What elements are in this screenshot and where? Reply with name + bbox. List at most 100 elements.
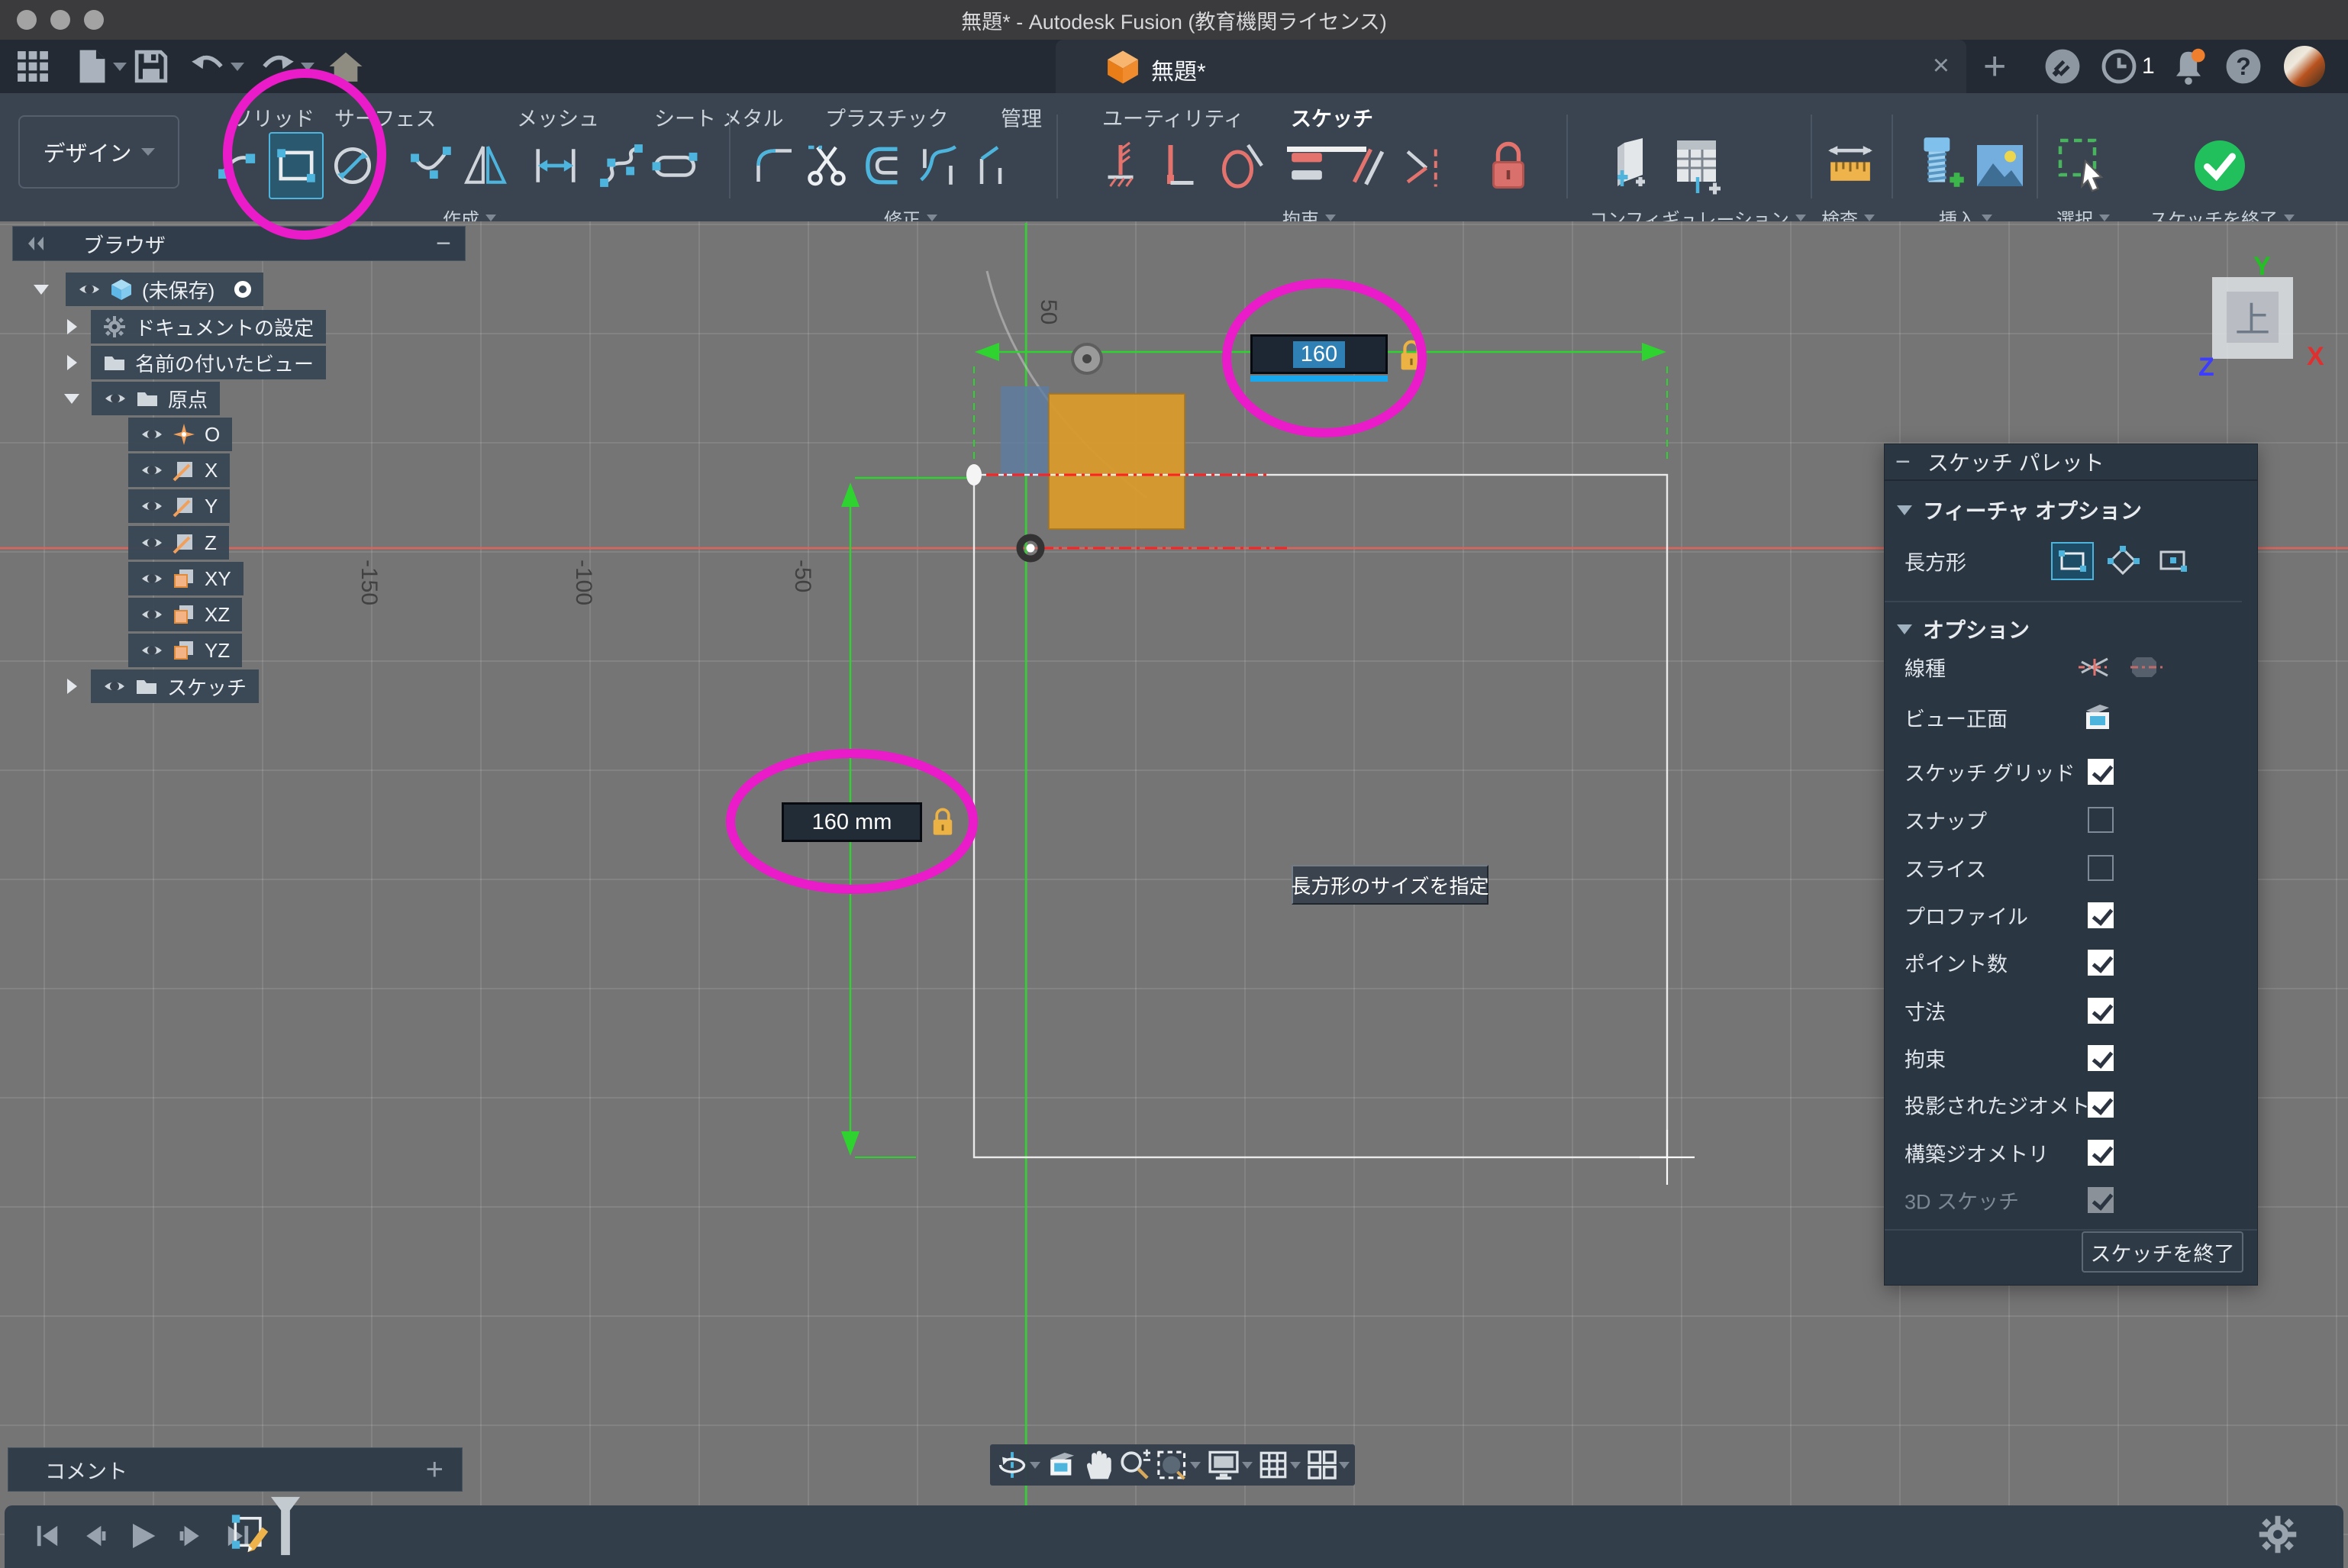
configure-feature-button[interactable]	[1606, 132, 1661, 199]
viewcube-top-face[interactable]: 上	[2227, 292, 2279, 343]
browser-row-document-settings[interactable]: ドキュメントの設定	[67, 310, 326, 344]
visibility-eye-icon[interactable]	[140, 459, 163, 482]
browser-row-xz-plane[interactable]: XZ	[128, 598, 242, 631]
extend-tool-button[interactable]	[963, 132, 1018, 199]
tab-mesh[interactable]: メッシュ	[517, 102, 599, 132]
tab-sketch[interactable]: スケッチ	[1291, 102, 1373, 132]
timeline-step-back-button[interactable]	[75, 1516, 114, 1556]
tab-solid[interactable]: ソリッド	[232, 102, 314, 132]
pan-hand-icon[interactable]	[1082, 1449, 1113, 1481]
timeline-skip-start-button[interactable]	[27, 1516, 67, 1556]
activate-component-radio[interactable]	[234, 281, 251, 298]
browser-row-z-axis[interactable]: Z	[128, 526, 229, 560]
sketch-palette-header[interactable]: − スケッチ パレット	[1885, 444, 2257, 481]
visibility-eye-icon[interactable]	[140, 603, 163, 626]
width-dimension-input[interactable]: 160	[1250, 334, 1388, 374]
trim-tool-button[interactable]	[801, 132, 856, 199]
visibility-eye-icon[interactable]	[104, 387, 127, 410]
redo-button[interactable]	[260, 40, 314, 93]
visibility-eye-icon[interactable]	[140, 639, 163, 662]
timeline-settings-button[interactable]	[2258, 1515, 2298, 1558]
line-tool-button[interactable]	[212, 132, 267, 199]
orbit-icon[interactable]	[995, 1450, 1029, 1480]
dimension-tool-button[interactable]	[528, 132, 583, 199]
visibility-eye-icon[interactable]	[140, 531, 163, 554]
select-tool-button[interactable]	[2053, 132, 2108, 199]
fix-constraint-button[interactable]	[1093, 132, 1148, 199]
rectangle-tool-button[interactable]	[269, 132, 324, 199]
fillet-tool-button[interactable]	[748, 132, 803, 199]
chevron-down-icon[interactable]	[1190, 1462, 1201, 1469]
job-status-button[interactable]: 1	[2101, 40, 2155, 93]
finish-sketch-button[interactable]	[2192, 132, 2247, 199]
parallel-constraint-button[interactable]	[1337, 132, 1392, 199]
timeline-step-forward-button[interactable]	[171, 1516, 211, 1556]
center-diagonal-rectangle-button[interactable]	[2101, 542, 2144, 580]
viewports-icon[interactable]	[1306, 1449, 1338, 1481]
timeline-play-button[interactable]	[122, 1516, 162, 1556]
viewcube[interactable]: 上	[2212, 277, 2293, 359]
height-dimension-input[interactable]: 160 mm	[782, 802, 922, 842]
profile-checkbox[interactable]	[2088, 902, 2114, 928]
feature-options-section[interactable]: フィーチャ オプション	[1885, 495, 2257, 525]
look-at-button[interactable]	[2080, 700, 2115, 735]
close-tab-icon[interactable]: ×	[1933, 50, 1950, 81]
data-panel-toggle-button[interactable]	[15, 40, 50, 93]
measure-tool-button[interactable]	[1823, 132, 1878, 199]
zoom-icon[interactable]	[1118, 1449, 1150, 1481]
finish-sketch-palette-button[interactable]: スケッチを終了	[2082, 1231, 2243, 1273]
browser-row-origin[interactable]: 原点	[64, 382, 220, 415]
add-comment-icon[interactable]: +	[426, 1458, 443, 1481]
insert-image-button[interactable]	[1972, 132, 2027, 199]
dimension-lock-icon[interactable]	[1397, 339, 1426, 373]
chevron-down-icon[interactable]	[1030, 1462, 1040, 1469]
visibility-eye-icon[interactable]	[103, 675, 126, 698]
two-point-rectangle-button[interactable]	[2051, 542, 2094, 580]
chevron-down-icon[interactable]	[1290, 1462, 1301, 1469]
save-button[interactable]	[134, 40, 168, 93]
document-tab[interactable]: 無題* ×	[1056, 40, 1966, 93]
chevron-right-icon[interactable]	[67, 319, 77, 334]
browser-row-sketches[interactable]: スケッチ	[67, 669, 259, 703]
arc-tool-button[interactable]	[405, 132, 460, 199]
file-menu-button[interactable]	[76, 40, 127, 93]
offset-tool-button[interactable]	[858, 132, 913, 199]
collapse-panel-icon[interactable]	[25, 234, 48, 253]
tab-surface[interactable]: サーフェス	[334, 102, 436, 132]
tab-manage[interactable]: 管理	[1001, 102, 1042, 132]
symmetry-constraint-button[interactable]	[1395, 132, 1450, 199]
tangent-constraint-button[interactable]	[1214, 132, 1269, 199]
mirror-tool-button[interactable]	[458, 132, 513, 199]
dimension-lock-icon[interactable]	[930, 807, 956, 837]
comments-bar[interactable]: コメント +	[8, 1447, 463, 1492]
home-button[interactable]	[328, 40, 363, 93]
equal-constraint-button[interactable]	[1279, 132, 1334, 199]
tab-plastic[interactable]: プラスチック	[825, 102, 948, 132]
lock-constraint-button[interactable]	[1481, 132, 1536, 199]
look-at-icon[interactable]	[1046, 1450, 1078, 1480]
browser-row-origin-point[interactable]: O	[128, 418, 232, 451]
workspace-selector[interactable]: デザイン	[18, 115, 179, 189]
browser-row-named-views[interactable]: 名前の付いたビュー	[67, 346, 326, 379]
browser-row-document[interactable]: (未保存)	[34, 273, 263, 306]
timeline-position-marker[interactable]	[269, 1495, 302, 1557]
display-settings-icon[interactable]	[1206, 1449, 1241, 1481]
notifications-button[interactable]	[2170, 40, 2207, 93]
center-rectangle-button[interactable]	[2152, 542, 2195, 580]
chevron-right-icon[interactable]	[67, 679, 77, 694]
constraints-checkbox[interactable]	[2088, 1045, 2114, 1071]
slot-tool-button[interactable]	[647, 132, 702, 199]
circle-tool-button[interactable]	[325, 132, 380, 199]
chevron-down-icon[interactable]	[1339, 1462, 1350, 1469]
construction-geometry-checkbox[interactable]	[2088, 1140, 2114, 1166]
chevron-down-icon[interactable]	[1242, 1462, 1253, 1469]
visibility-eye-icon[interactable]	[140, 495, 163, 518]
projected-geometry-checkbox[interactable]	[2088, 1092, 2114, 1118]
construction-line-toggle[interactable]	[2077, 650, 2112, 685]
chevron-right-icon[interactable]	[67, 355, 77, 370]
browser-row-x-axis[interactable]: X	[128, 453, 230, 487]
zoom-window-icon[interactable]	[1156, 1449, 1189, 1481]
slice-checkbox[interactable]	[2088, 855, 2114, 881]
extensions-button[interactable]	[2044, 40, 2081, 93]
tab-utilities[interactable]: ユーティリティ	[1102, 102, 1244, 132]
